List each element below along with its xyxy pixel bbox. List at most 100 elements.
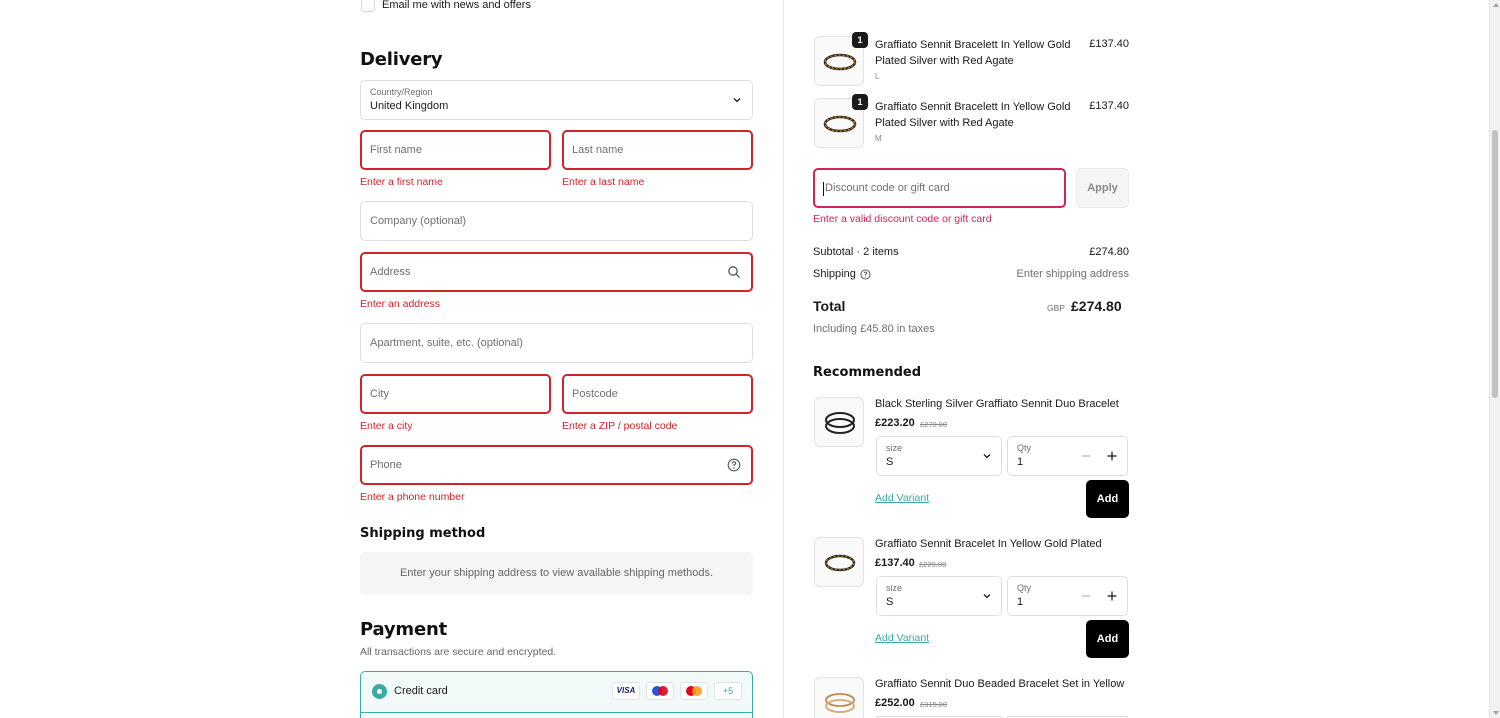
scrollbar-thumb[interactable] — [1492, 130, 1498, 398]
quantity-stepper[interactable]: Qty 1 — [1007, 576, 1128, 616]
plus-icon[interactable] — [1105, 449, 1119, 463]
recommended-item-title: Graffiato Sennit Duo Beaded Bracelet Set… — [875, 678, 1125, 690]
minus-icon[interactable] — [1079, 449, 1093, 463]
total-value: £274.80 — [1071, 298, 1122, 314]
total-currency: GBP — [1047, 303, 1065, 313]
recommended-item-price: £252.00 — [875, 697, 915, 709]
recommended-item-price: £137.40 — [875, 557, 915, 569]
add-variant-link[interactable]: Add Variant — [875, 492, 929, 504]
taxes-note: Including £45.80 in taxes — [813, 323, 935, 335]
order-item-variant: L — [875, 72, 880, 81]
recommended-item-compare-price: £315.00 — [920, 700, 948, 709]
shipping-value: Enter shipping address — [1016, 268, 1129, 280]
apply-discount-button[interactable]: Apply — [1076, 168, 1129, 208]
qty-value: 1 — [1017, 456, 1024, 468]
total-label: Total — [813, 298, 846, 314]
scroll-down-icon[interactable] — [1493, 711, 1499, 715]
city-error: Enter a city — [360, 420, 413, 432]
minus-icon[interactable] — [1079, 589, 1093, 603]
credit-card-radio[interactable] — [372, 684, 387, 699]
recommended-item-image — [814, 677, 864, 718]
page-scrollbar[interactable] — [1489, 0, 1500, 718]
email-news-label: Email me with news and offers — [382, 0, 531, 11]
size-select[interactable]: size S — [876, 576, 1002, 616]
subtotal-value: £274.80 — [1089, 246, 1129, 258]
phone-field[interactable]: Phone — [360, 445, 753, 485]
email-news-checkbox[interactable] — [361, 0, 375, 12]
discount-placeholder: Discount code or gift card — [825, 182, 950, 194]
order-item-title-line2: Plated Silver with Red Agate — [875, 117, 1014, 129]
bracelet-image — [825, 412, 855, 434]
city-field[interactable]: City — [360, 374, 551, 414]
first-name-field[interactable]: First name — [360, 130, 551, 170]
size-value: S — [886, 596, 894, 608]
recommended-item-compare-price: £229.00 — [919, 560, 947, 569]
company-placeholder: Company (optional) — [370, 215, 466, 227]
more-cards-badge: +5 — [714, 682, 742, 700]
recommended-heading: Recommended — [813, 365, 922, 380]
recommended-item-compare-price: £279.00 — [920, 420, 948, 429]
add-to-cart-button[interactable]: Add — [1086, 480, 1129, 518]
plus-icon[interactable] — [1105, 589, 1119, 603]
discount-code-input[interactable]: Discount code or gift card — [813, 168, 1066, 208]
help-icon[interactable] — [727, 458, 741, 472]
payment-heading: Payment — [360, 619, 448, 640]
order-item-quantity-badge: 1 — [852, 94, 868, 110]
quantity-stepper[interactable]: Qty 1 — [1007, 436, 1128, 476]
shipping-method-info: Enter your shipping address to view avai… — [360, 552, 753, 595]
order-item-title-line1: Graffiato Sennit Bracelett In Yellow Gol… — [875, 101, 1071, 113]
checkout-form-column: Email me with news and offers Delivery C… — [0, 0, 783, 718]
text-cursor — [823, 182, 824, 196]
address-field[interactable]: Address — [360, 252, 753, 292]
recommended-item-image — [814, 537, 864, 587]
phone-placeholder: Phone — [370, 459, 402, 471]
order-item-price: £137.40 — [1089, 38, 1129, 50]
credit-card-option[interactable]: Credit card VISA +5 — [360, 671, 753, 718]
shipping-help-icon[interactable] — [860, 269, 871, 280]
credit-card-label: Credit card — [394, 685, 448, 697]
size-label: size — [886, 583, 903, 593]
shipping-method-heading: Shipping method — [360, 526, 486, 541]
qty-label: Qty — [1017, 583, 1032, 593]
first-name-error: Enter a first name — [360, 176, 443, 188]
postcode-field[interactable]: Postcode — [562, 374, 753, 414]
recommended-item-title: Black Sterling Silver Graffiato Sennit D… — [875, 398, 1119, 410]
size-select[interactable]: size S — [876, 436, 1002, 476]
add-to-cart-button[interactable]: Add — [1086, 620, 1129, 658]
recommended-item-price: £223.20 — [875, 417, 915, 429]
order-item-quantity-badge: 1 — [852, 32, 868, 48]
first-name-placeholder: First name — [370, 144, 422, 156]
size-label: size — [886, 443, 903, 453]
country-value: United Kingdom — [370, 100, 449, 112]
last-name-placeholder: Last name — [572, 144, 624, 156]
chevron-down-icon — [983, 594, 991, 599]
recommended-item-image — [814, 397, 864, 447]
mastercard-icon — [680, 682, 708, 700]
apartment-placeholder: Apartment, suite, etc. (optional) — [370, 337, 523, 349]
payment-subtitle: All transactions are secure and encrypte… — [360, 646, 557, 658]
credit-card-divider — [361, 712, 752, 713]
recommended-item-title: Graffiato Sennit Bracelet In Yellow Gold… — [875, 538, 1102, 550]
visa-icon: VISA — [612, 682, 640, 700]
search-icon — [728, 266, 740, 278]
chevron-down-icon — [983, 454, 991, 459]
subtotal-label: Subtotal · 2 items — [813, 246, 899, 258]
postcode-error: Enter a ZIP / postal code — [562, 420, 678, 432]
scroll-up-icon[interactable] — [1493, 3, 1499, 7]
last-name-field[interactable]: Last name — [562, 130, 753, 170]
phone-error: Enter a phone number — [360, 491, 465, 503]
order-item-title-line2: Plated Silver with Red Agate — [875, 55, 1014, 67]
apartment-field[interactable]: Apartment, suite, etc. (optional) — [360, 323, 753, 363]
size-value: S — [886, 456, 894, 468]
shipping-label: Shipping — [813, 268, 856, 280]
delivery-heading: Delivery — [360, 49, 443, 70]
order-item-title-line1: Graffiato Sennit Bracelett In Yellow Gol… — [875, 39, 1071, 51]
company-field[interactable]: Company (optional) — [360, 201, 753, 241]
qty-label: Qty — [1017, 443, 1032, 453]
add-variant-link[interactable]: Add Variant — [875, 632, 929, 644]
bracelet-image — [825, 693, 855, 713]
chevron-down-icon — [733, 98, 741, 103]
country-select[interactable]: Country/Region United Kingdom — [360, 80, 753, 120]
qty-value: 1 — [1017, 596, 1024, 608]
last-name-error: Enter a last name — [562, 176, 645, 188]
